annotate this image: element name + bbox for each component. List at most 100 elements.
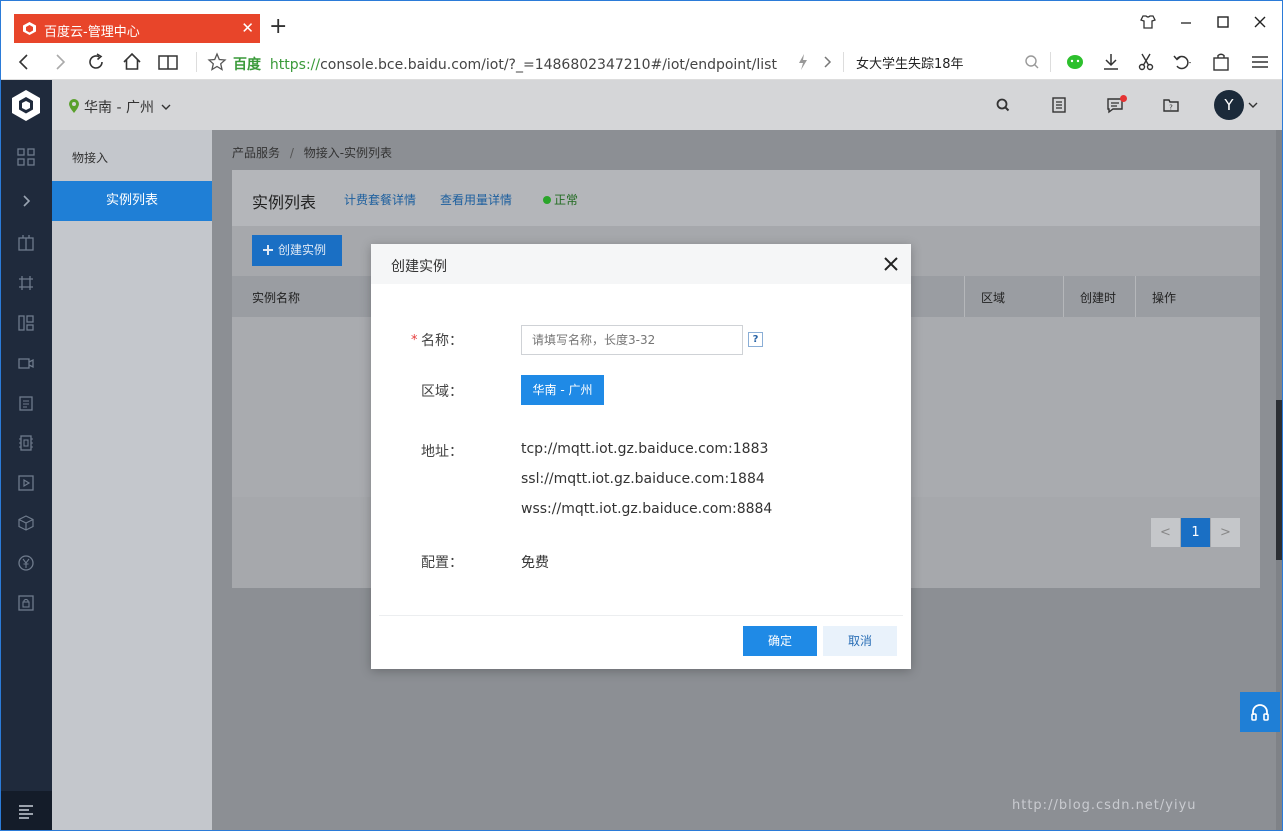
left-icon-nav bbox=[0, 130, 52, 831]
chevron-down-icon bbox=[161, 103, 171, 111]
pager-page[interactable]: 1 bbox=[1181, 518, 1210, 547]
shopping-bag-icon[interactable] bbox=[1209, 50, 1233, 74]
breadcrumb: 产品服务 / 物接入-实例列表 bbox=[232, 144, 392, 161]
dialog-divider bbox=[379, 615, 903, 616]
dialog-header: 创建实例 bbox=[371, 244, 911, 284]
region-label: 华南 - 广州 bbox=[84, 100, 154, 116]
baidu-cloud-favicon-icon bbox=[22, 21, 37, 36]
search-box[interactable]: 女大学生失踪18年 bbox=[856, 53, 964, 72]
subnav-title: 物接入 bbox=[72, 151, 109, 165]
required-mark: * bbox=[411, 333, 418, 348]
dialog-title: 创建实例 bbox=[391, 259, 447, 275]
menu-icon[interactable] bbox=[1248, 50, 1272, 74]
region-label: 区域： bbox=[421, 384, 463, 400]
search-icon[interactable] bbox=[1020, 50, 1044, 74]
tab-title: 百度云-管理中心 bbox=[44, 25, 140, 40]
dialog-close-icon[interactable] bbox=[883, 256, 899, 272]
new-tab-icon[interactable]: + bbox=[269, 16, 287, 38]
config-value: 免费 bbox=[521, 555, 549, 571]
skin-icon[interactable] bbox=[1138, 12, 1162, 36]
window-close-icon[interactable] bbox=[1250, 12, 1274, 36]
name-label: 名称： bbox=[421, 333, 463, 349]
svg-text:?: ? bbox=[1169, 104, 1173, 112]
building-icon[interactable] bbox=[17, 234, 35, 252]
create-instance-dialog: 创建实例 * 名称： ? 区域： 华南 - 广州 地址： tcp://mqtt.… bbox=[371, 244, 911, 669]
lightning-icon[interactable] bbox=[791, 50, 815, 74]
download-icon[interactable] bbox=[1099, 50, 1123, 74]
modules-icon[interactable] bbox=[17, 314, 35, 332]
confirm-button[interactable]: 确定 bbox=[743, 626, 817, 656]
expand-chevron-icon[interactable] bbox=[17, 192, 35, 210]
billing-plan-link[interactable]: 计费套餐详情 bbox=[344, 191, 416, 208]
location-pin-icon bbox=[68, 98, 80, 114]
create-instance-label: 创建实例 bbox=[278, 243, 327, 257]
column-header-region: 区域 bbox=[981, 291, 1006, 305]
bookmark-star-icon[interactable] bbox=[205, 50, 229, 74]
browser-tab-strip: 百度云-管理中心 ✕ + bbox=[0, 0, 1283, 44]
back-icon[interactable] bbox=[12, 50, 36, 74]
column-header-actions: 操作 bbox=[1152, 291, 1177, 305]
column-header-name: 实例名称 bbox=[252, 291, 301, 305]
maximize-icon[interactable] bbox=[1213, 12, 1237, 36]
reader-icon[interactable] bbox=[156, 50, 180, 74]
usage-details-link[interactable]: 查看用量详情 bbox=[440, 191, 512, 208]
address-wss: wss://mqtt.iot.gz.baiduce.com:8884 bbox=[521, 501, 773, 517]
baidu-cloud-logo-icon[interactable] bbox=[0, 80, 52, 130]
minimize-icon[interactable] bbox=[1176, 12, 1200, 36]
console-header bbox=[0, 80, 1283, 130]
undo-icon[interactable] bbox=[1170, 50, 1194, 74]
document-icon[interactable] bbox=[1050, 96, 1068, 114]
avatar[interactable]: Y bbox=[1214, 90, 1244, 120]
network-icon[interactable] bbox=[17, 274, 35, 292]
video-icon[interactable] bbox=[17, 354, 35, 372]
breadcrumb-item: 物接入-实例列表 bbox=[303, 146, 393, 160]
security-icon[interactable] bbox=[17, 594, 35, 612]
refresh-icon[interactable] bbox=[84, 50, 108, 74]
collapse-menu-icon[interactable] bbox=[17, 802, 35, 820]
config-label: 配置： bbox=[421, 555, 463, 571]
url-text: console.bce.baidu.com/iot/?_=14868023472… bbox=[320, 57, 777, 73]
url-protocol: https:// bbox=[269, 57, 321, 73]
cancel-button[interactable]: 取消 bbox=[823, 626, 897, 656]
address-bar[interactable]: 百度 https://console.bce.baidu.com/iot/?_=… bbox=[233, 54, 777, 74]
breadcrumb-item[interactable]: 产品服务 bbox=[232, 146, 280, 160]
region-option-selected[interactable]: 华南 - 广州 bbox=[521, 375, 604, 405]
nav-bottom-bar bbox=[0, 791, 52, 831]
plus-icon bbox=[262, 244, 274, 256]
url-site-label: 百度 bbox=[233, 57, 261, 73]
address-tcp: tcp://mqtt.iot.gz.baiduce.com:1883 bbox=[521, 441, 769, 457]
calendar-icon[interactable] bbox=[17, 394, 35, 412]
browser-toolbar: 百度 https://console.bce.baidu.com/iot/?_=… bbox=[0, 44, 1283, 80]
chip-icon[interactable] bbox=[17, 434, 35, 452]
watermark: http://blog.csdn.net/yiyu bbox=[1012, 798, 1197, 813]
billing-yuan-icon[interactable] bbox=[17, 554, 35, 572]
instance-name-input[interactable] bbox=[521, 325, 743, 355]
ticket-icon[interactable]: ? bbox=[1162, 96, 1180, 114]
chevron-right-icon[interactable] bbox=[815, 50, 839, 74]
column-header-created: 创建时 bbox=[1080, 291, 1117, 305]
forward-icon[interactable] bbox=[48, 50, 72, 74]
breadcrumb-separator: / bbox=[289, 146, 294, 160]
address-label: 地址： bbox=[421, 444, 463, 460]
region-selector[interactable]: 华南 - 广州 bbox=[68, 97, 171, 117]
wechat-icon[interactable] bbox=[1063, 50, 1087, 74]
pager-prev[interactable]: < bbox=[1151, 518, 1180, 547]
browser-tab[interactable]: 百度云-管理中心 ✕ bbox=[14, 14, 260, 43]
home-icon[interactable] bbox=[120, 50, 144, 74]
cube-icon[interactable] bbox=[17, 514, 35, 532]
pager-next[interactable]: > bbox=[1211, 518, 1240, 547]
create-instance-button[interactable]: 创建实例 bbox=[252, 235, 342, 266]
scissors-icon[interactable] bbox=[1134, 50, 1158, 74]
avatar-chevron-down-icon[interactable] bbox=[1247, 99, 1259, 111]
console-search-icon[interactable] bbox=[994, 96, 1012, 114]
service-subnav: 物接入 实例列表 bbox=[52, 130, 212, 831]
customer-service-button[interactable] bbox=[1240, 692, 1280, 732]
scrollbar-thumb[interactable] bbox=[1276, 400, 1282, 560]
status-label: 正常 bbox=[554, 193, 579, 207]
help-icon[interactable]: ? bbox=[748, 332, 763, 347]
tab-close-icon[interactable]: ✕ bbox=[241, 19, 254, 37]
headset-icon bbox=[1249, 701, 1271, 723]
play-icon[interactable] bbox=[17, 474, 35, 492]
subnav-item-instance-list[interactable]: 实例列表 bbox=[52, 181, 212, 221]
dashboard-icon[interactable] bbox=[17, 148, 35, 166]
